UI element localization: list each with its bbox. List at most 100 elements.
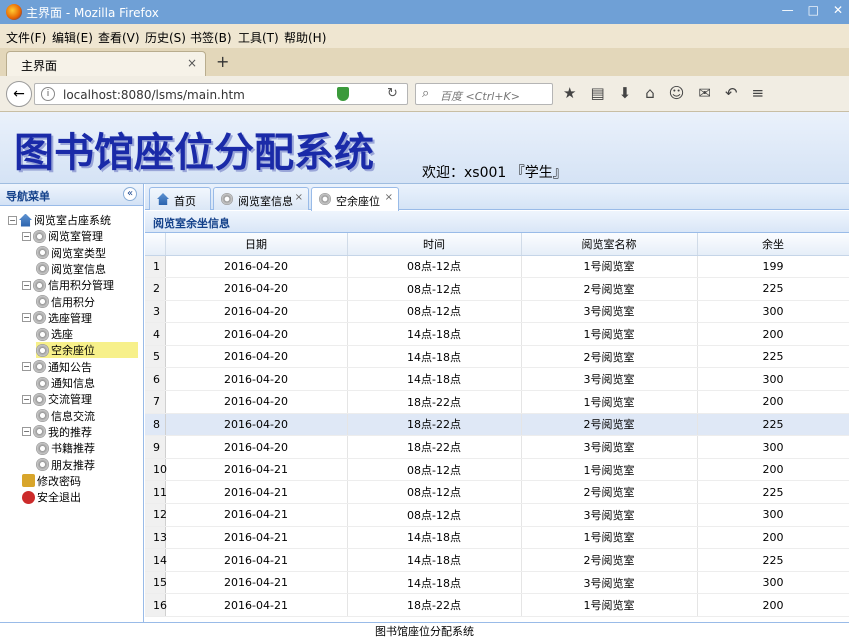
sidebar-item[interactable]: 书籍推荐 (36, 440, 95, 456)
free-seats-cell: 200 (697, 390, 849, 414)
sidebar-item[interactable]: 修改密码 (22, 473, 81, 489)
sidebar-item[interactable]: 信息交流 (36, 408, 95, 424)
table-row[interactable]: 3 2016-04-20 08点-12点 3号阅览室 300 (145, 300, 849, 324)
tab-label: 阅览室信息 (238, 195, 293, 208)
tree-toggle-icon[interactable]: − (8, 215, 17, 225)
sidebar-item[interactable]: 朋友推荐 (36, 457, 95, 473)
gear-icon (33, 229, 46, 243)
site-info-icon[interactable]: i (41, 87, 55, 101)
tree-toggle-icon[interactable]: − (22, 313, 31, 323)
menu-history[interactable]: 历史(S) (145, 29, 186, 46)
table-row[interactable]: 7 2016-04-20 18点-22点 1号阅览室 200 (145, 390, 849, 414)
menu-file[interactable]: 文件(F) (6, 29, 46, 46)
sidebar-item-label: 通知信息 (51, 377, 95, 390)
column-header-room[interactable]: 阅览室名称 (521, 233, 698, 256)
sidebar-item-label: 选座 (51, 328, 73, 342)
undo-icon[interactable]: ↶ (725, 84, 738, 102)
sidebar-item[interactable]: 选座 (36, 326, 73, 342)
new-tab-button[interactable]: + (216, 52, 229, 71)
mail-icon[interactable]: ✉ (698, 84, 711, 102)
table-row[interactable]: 8 2016-04-20 18点-22点 2号阅览室 225 (145, 413, 849, 437)
sidebar-item[interactable]: − 阅览室占座系统 (8, 212, 111, 228)
tree-toggle-icon[interactable]: − (22, 427, 31, 437)
sidebar-item[interactable]: − 交流管理 (22, 391, 92, 407)
download-icon[interactable]: ⬇ (619, 84, 632, 102)
free-seats-cell: 200 (697, 593, 849, 617)
collapse-sidebar-icon[interactable]: « (123, 187, 137, 201)
close-tab-icon[interactable]: × (295, 192, 303, 203)
menu-view[interactable]: 查看(V) (98, 29, 140, 46)
close-window-button[interactable]: ✕ (833, 3, 843, 17)
time-cell: 08点-12点 (347, 458, 522, 482)
column-header-date[interactable]: 日期 (165, 233, 348, 256)
sidebar-item[interactable]: 安全退出 (22, 489, 81, 505)
menu-edit[interactable]: 编辑(E) (52, 29, 93, 46)
sidebar-item[interactable]: 阅览室类型 (36, 245, 106, 261)
reading-list-icon[interactable]: ▤ (590, 84, 604, 102)
gear-icon (33, 360, 46, 374)
tree-toggle-icon[interactable]: − (22, 231, 31, 241)
sidebar-item[interactable]: 阅览室信息 (36, 261, 106, 277)
close-tab-icon[interactable]: × (385, 192, 393, 203)
gear-icon (36, 458, 49, 471)
table-row[interactable]: 13 2016-04-21 14点-18点 1号阅览室 200 (145, 526, 849, 550)
date-cell: 2016-04-21 (165, 526, 348, 550)
menu-help[interactable]: 帮助(H) (284, 29, 326, 46)
table-row[interactable]: 4 2016-04-20 14点-18点 1号阅览室 200 (145, 322, 849, 346)
tab-reading-room-info[interactable]: 阅览室信息 × (213, 187, 309, 210)
column-header-time[interactable]: 时间 (347, 233, 522, 256)
bookmark-star-icon[interactable]: ★ (563, 84, 576, 102)
sidebar-item[interactable]: − 选座管理 (22, 310, 92, 326)
sidebar-item[interactable]: 信用积分 (36, 294, 95, 310)
menu-bookmarks[interactable]: 书签(B) (190, 29, 232, 46)
table-row[interactable]: 10 2016-04-21 08点-12点 1号阅览室 200 (145, 458, 849, 482)
tab-home[interactable]: 首页 (149, 187, 211, 210)
time-cell: 14点-18点 (347, 571, 522, 595)
sidebar-item[interactable]: 空余座位 (36, 342, 138, 359)
shield-icon[interactable] (337, 87, 349, 101)
table-row[interactable]: 11 2016-04-21 08点-12点 2号阅览室 225 (145, 480, 849, 505)
tree-toggle-icon[interactable]: − (22, 394, 31, 404)
url-bar[interactable]: i localhost:8080/lsms/main.htm ↻ (34, 83, 408, 105)
tree-toggle-icon[interactable]: − (22, 280, 31, 290)
browser-tab[interactable]: 主界面 × (6, 51, 206, 76)
column-header-free-seats[interactable]: 余坐 (697, 233, 849, 256)
back-button[interactable]: ← (6, 81, 32, 107)
time-cell: 14点-18点 (347, 367, 522, 392)
table-row[interactable]: 6 2016-04-20 14点-18点 3号阅览室 300 (145, 367, 849, 392)
table-row[interactable]: 1 2016-04-20 08点-12点 1号阅览室 199 (145, 255, 849, 279)
table-row[interactable]: 14 2016-04-21 14点-18点 2号阅览室 225 (145, 548, 849, 572)
tab-free-seats[interactable]: 空余座位 × (311, 187, 399, 211)
sidebar-item[interactable]: − 通知公告 (22, 359, 92, 375)
browser-navbar: ← i localhost:8080/lsms/main.htm ↻ ⌕ 百度 … (0, 76, 849, 112)
table-row[interactable]: 2 2016-04-20 08点-12点 2号阅览室 225 (145, 277, 849, 301)
panel-title: 阅览室余坐信息 (153, 217, 230, 230)
table-header-row: 日期 时间 阅览室名称 余坐 (145, 233, 849, 256)
row-number: 8 (145, 413, 166, 437)
sidebar-item[interactable]: 通知信息 (36, 375, 95, 391)
close-tab-icon[interactable]: × (187, 56, 197, 70)
minimize-button[interactable]: — (782, 3, 794, 17)
account-icon[interactable]: ☺ (669, 84, 685, 102)
table-row[interactable]: 12 2016-04-21 08点-12点 3号阅览室 300 (145, 503, 849, 527)
table-row[interactable]: 9 2016-04-20 18点-22点 3号阅览室 300 (145, 435, 849, 459)
table-row[interactable]: 5 2016-04-20 14点-18点 2号阅览室 225 (145, 345, 849, 369)
menu-tools[interactable]: 工具(T) (238, 29, 279, 46)
search-bar[interactable]: ⌕ 百度 <Ctrl+K> (415, 83, 553, 105)
time-cell: 14点-18点 (347, 548, 522, 572)
home-icon[interactable]: ⌂ (645, 84, 655, 102)
reload-icon[interactable]: ↻ (387, 86, 398, 101)
url-text[interactable]: localhost:8080/lsms/main.htm (63, 88, 245, 102)
sidebar-item[interactable]: − 信用积分管理 (22, 277, 114, 293)
tree-toggle-icon[interactable]: − (22, 362, 31, 372)
maximize-button[interactable]: □ (808, 3, 819, 17)
sidebar-item[interactable]: − 阅览室管理 (22, 228, 103, 244)
row-number: 14 (145, 548, 167, 572)
table-row[interactable]: 15 2016-04-21 14点-18点 3号阅览室 300 (145, 571, 849, 595)
menu-icon[interactable]: ≡ (752, 84, 765, 102)
table-row[interactable]: 16 2016-04-21 18点-22点 1号阅览室 200 (145, 593, 849, 617)
page-footer: 图书馆座位分配系统 (0, 622, 849, 640)
sidebar-item[interactable]: − 我的推荐 (22, 424, 92, 440)
search-input[interactable]: 百度 <Ctrl+K> (440, 88, 520, 104)
time-cell: 18点-22点 (347, 435, 522, 459)
